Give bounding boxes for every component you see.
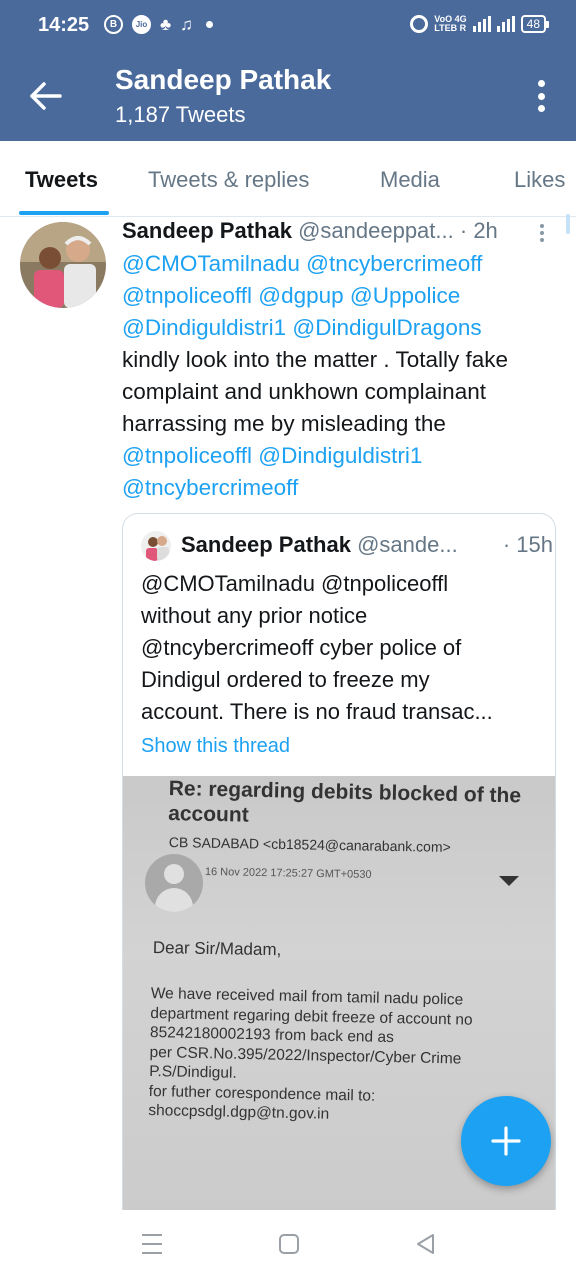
email-body: We have received mail from tamil nadu po… bbox=[148, 984, 473, 1123]
tab-tweets[interactable]: Tweets bbox=[25, 167, 98, 193]
status-bar: 14:25 B Jio ♣ ♫ VoO 4G LTEB R 48 bbox=[0, 0, 576, 52]
signal-icon-2 bbox=[496, 16, 515, 32]
tweet-mentions[interactable]: @tnpoliceoffl @dgpup @Uppolice bbox=[122, 280, 562, 312]
compose-tweet-button[interactable] bbox=[461, 1096, 551, 1186]
tab-media[interactable]: Media bbox=[380, 167, 440, 193]
status-time: 14:25 bbox=[38, 14, 90, 36]
tweet-mentions[interactable]: @tnpoliceoffl @Dindiguldistri1 bbox=[122, 440, 562, 472]
tweet-mentions[interactable]: @tncybercrimeoff bbox=[122, 472, 562, 504]
quoted-tweet-time: · 15h bbox=[502, 532, 553, 557]
back-arrow-icon[interactable] bbox=[28, 80, 64, 112]
email-greeting: Dear Sir/Madam, bbox=[152, 938, 282, 960]
email-subject: Re: regarding debits blocked of the acco… bbox=[167, 776, 522, 827]
quoted-text-line: @tncybercrimeoff cyber police of bbox=[141, 635, 462, 660]
quoted-tweet-text: @CMOTamilnadu @tnpoliceoffl without any … bbox=[141, 568, 551, 728]
app-header: 14:25 B Jio ♣ ♫ VoO 4G LTEB R 48 Sandeep… bbox=[0, 0, 576, 141]
recent-apps-icon[interactable] bbox=[142, 1234, 162, 1254]
app-notification-icon: ♣ bbox=[160, 15, 172, 34]
tab-likes[interactable]: Likes bbox=[514, 167, 565, 193]
more-options-icon[interactable] bbox=[536, 80, 546, 112]
status-right-icons: VoO 4G LTEB R 48 bbox=[410, 14, 550, 33]
tweet-author-name[interactable]: Sandeep Pathak bbox=[122, 218, 292, 243]
quoted-text-line: @CMOTamilnadu @tnpoliceoffl bbox=[141, 571, 449, 596]
quoted-text-line: Dindigul ordered to freeze my bbox=[141, 667, 430, 692]
active-tab-indicator bbox=[19, 211, 109, 215]
tweet-more-icon[interactable] bbox=[540, 224, 546, 242]
profile-tabs: Tweets Tweets & replies Media Likes bbox=[0, 141, 576, 217]
email-date: 16 Nov 2022 17:25:27 GMT+0530 bbox=[204, 866, 372, 881]
email-sender: CB SADABAD <cb18524@canarabank.com> bbox=[168, 834, 451, 855]
system-nav-bar bbox=[0, 1210, 576, 1280]
signal-icon bbox=[472, 16, 491, 32]
avatar[interactable] bbox=[20, 222, 106, 308]
tweet-header: Sandeep Pathak @sandeeppat... · 2h bbox=[122, 218, 534, 244]
plus-icon bbox=[491, 1126, 521, 1156]
tweet-text-line: harrassing me by misleading the bbox=[122, 411, 446, 436]
quoted-text-line: without any prior notice bbox=[141, 603, 368, 628]
tweet-text-line: kindly look into the matter . Totally fa… bbox=[122, 347, 509, 372]
back-triangle-icon[interactable] bbox=[414, 1232, 436, 1261]
quoted-author-handle: @sande... bbox=[357, 532, 458, 557]
bell-icon: ♫ bbox=[180, 15, 193, 34]
tweet-time: · 2h bbox=[459, 218, 498, 243]
alarm-icon bbox=[410, 15, 429, 33]
scrollbar[interactable] bbox=[566, 214, 570, 234]
quoted-text-line: account. There is no fraud transac... bbox=[141, 699, 493, 724]
jio-icon: Jio bbox=[132, 15, 151, 34]
network-label: VoO 4G LTEB R bbox=[434, 14, 467, 33]
tweet-count: 1,187 Tweets bbox=[115, 102, 246, 127]
tweet-text: @CMOTamilnadu @tncybercrimeoff @tnpolice… bbox=[122, 248, 562, 504]
show-thread-link[interactable]: Show this thread bbox=[141, 735, 290, 758]
tab-tweets-and-replies[interactable]: Tweets & replies bbox=[148, 167, 309, 193]
quoted-author-name: Sandeep Pathak bbox=[181, 532, 351, 557]
tweet-author-handle[interactable]: @sandeeppat... bbox=[298, 218, 454, 243]
quoted-avatar bbox=[141, 531, 171, 561]
quoted-tweet-header: Sandeep Pathak @sande... · 15h bbox=[181, 532, 553, 558]
chevron-down-icon bbox=[499, 876, 519, 886]
tweet-mentions[interactable]: @Dindiguldistri1 @DindigulDragons bbox=[122, 312, 562, 344]
person-avatar-icon bbox=[145, 854, 203, 912]
battery-icon: 48 bbox=[520, 15, 550, 33]
tweet-mentions[interactable]: @CMOTamilnadu @tncybercrimeoff bbox=[122, 248, 562, 280]
status-left-icons: B Jio ♣ ♫ bbox=[104, 15, 213, 34]
profile-name: Sandeep Pathak bbox=[115, 64, 332, 95]
home-icon[interactable] bbox=[279, 1234, 299, 1254]
tweet-text-line: complaint and unkhown complainant bbox=[122, 379, 486, 404]
b-circle-icon: B bbox=[104, 15, 123, 34]
dot-icon bbox=[205, 21, 213, 28]
